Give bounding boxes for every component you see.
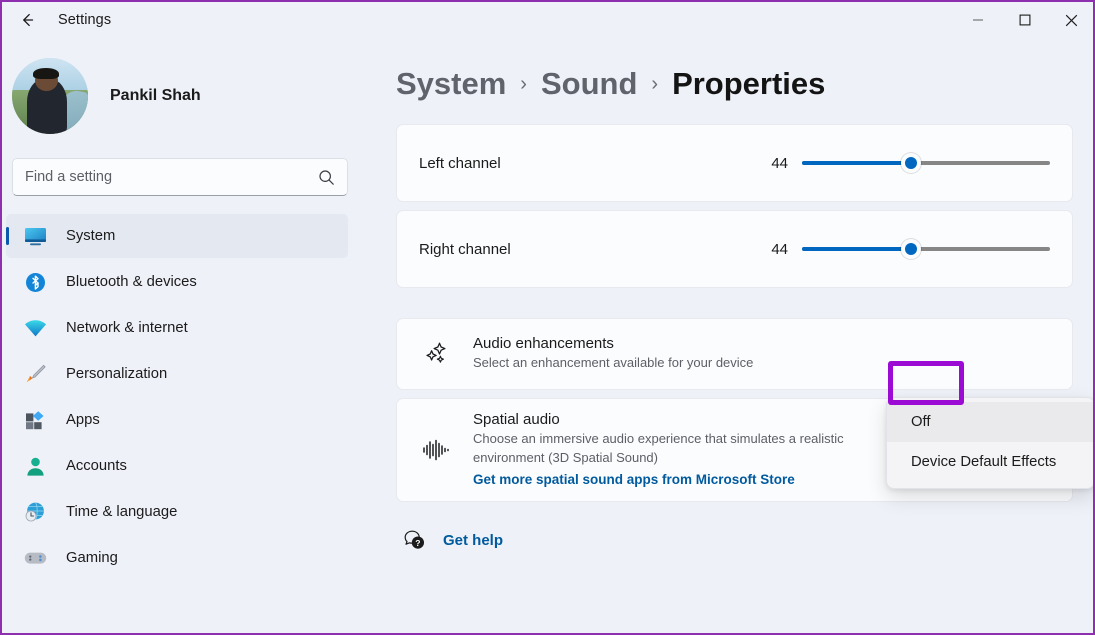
sidebar-item-label: System: [66, 228, 115, 244]
dropdown-option-off[interactable]: Off: [887, 402, 1094, 442]
right-channel-card: Right channel 44: [396, 210, 1073, 288]
sidebar-item-label: Apps: [66, 412, 100, 428]
spatial-audio-description: Choose an immersive audio experience tha…: [473, 430, 887, 468]
audio-enhancements-title: Audio enhancements: [473, 335, 1050, 352]
window-title: Settings: [58, 12, 111, 28]
right-channel-slider-group: 44: [768, 238, 1050, 260]
audio-enhancements-description: Select an enhancement available for your…: [473, 354, 943, 373]
clock-globe-icon: [22, 500, 48, 524]
audio-enhancements-text: Audio enhancements Select an enhancement…: [473, 335, 1050, 373]
wifi-icon: [22, 316, 48, 340]
arrow-left-icon: [18, 10, 38, 30]
display-monitor-icon: [22, 224, 48, 248]
sidebar-item-label: Personalization: [66, 366, 167, 382]
nav-list: System Bluetooth & devices: [0, 214, 358, 580]
slider-fill: [802, 161, 911, 165]
breadcrumb-item-properties: Properties: [672, 66, 825, 102]
right-channel-slider[interactable]: [802, 238, 1050, 260]
svg-text:?: ?: [415, 538, 420, 548]
slider-fill: [802, 247, 911, 251]
audio-enhancements-card: Audio enhancements Select an enhancement…: [396, 318, 1073, 390]
left-channel-slider[interactable]: [802, 152, 1050, 174]
get-help-link[interactable]: ? Get help: [396, 510, 503, 553]
maximize-button[interactable]: [1001, 0, 1048, 40]
sidebar-item-label: Bluetooth & devices: [66, 274, 197, 290]
search-input[interactable]: [25, 169, 318, 185]
left-channel-label: Left channel: [419, 155, 501, 172]
slider-thumb[interactable]: [901, 153, 921, 173]
avatar: [12, 58, 88, 134]
back-button[interactable]: [6, 4, 50, 36]
window-controls: [954, 0, 1095, 40]
settings-window: Settings: [0, 0, 1095, 635]
sidebar-item-apps[interactable]: Apps: [6, 398, 348, 442]
spatial-audio-title: Spatial audio: [473, 411, 887, 428]
right-channel-label: Right channel: [419, 241, 511, 258]
sidebar-item-system[interactable]: System: [6, 214, 348, 258]
sidebar-item-personalization[interactable]: Personalization: [6, 352, 348, 396]
close-icon: [1065, 14, 1078, 27]
gamepad-icon: [22, 546, 48, 570]
breadcrumb-item-system[interactable]: System: [396, 66, 506, 102]
search-box[interactable]: [12, 158, 348, 196]
sidebar-item-network-internet[interactable]: Network & internet: [6, 306, 348, 350]
minimize-icon: [972, 14, 984, 26]
sidebar-item-label: Time & language: [66, 504, 177, 520]
bluetooth-icon: [22, 270, 48, 294]
breadcrumb: System › Sound › Properties: [396, 40, 1073, 124]
left-channel-slider-group: 44: [768, 152, 1050, 174]
main-content: System › Sound › Properties Left channel…: [370, 40, 1095, 635]
close-button[interactable]: [1048, 0, 1095, 40]
slider-thumb[interactable]: [901, 239, 921, 259]
breadcrumb-item-sound[interactable]: Sound: [541, 66, 637, 102]
help-question-icon: ?: [402, 528, 427, 553]
spatial-audio-text: Spatial audio Choose an immersive audio …: [473, 411, 887, 489]
chevron-right-icon: ›: [520, 73, 527, 96]
chevron-right-icon: ›: [651, 73, 658, 96]
window-body: Pankil Shah: [0, 40, 1095, 635]
account-profile[interactable]: Pankil Shah: [0, 40, 358, 150]
paintbrush-icon: [22, 362, 48, 386]
apps-grid-icon: [22, 408, 48, 432]
audio-waveform-icon: [419, 438, 453, 462]
sidebar-item-label: Accounts: [66, 458, 127, 474]
sidebar-item-label: Network & internet: [66, 320, 188, 336]
person-icon: [22, 454, 48, 478]
minimize-button[interactable]: [954, 0, 1001, 40]
spatial-sound-store-link[interactable]: Get more spatial sound apps from Microso…: [473, 472, 795, 487]
search-icon: [318, 169, 335, 186]
sparkles-icon: [419, 341, 453, 367]
left-channel-value: 44: [768, 155, 788, 172]
left-channel-card: Left channel 44: [396, 124, 1073, 202]
title-bar: Settings: [0, 0, 1095, 40]
account-name: Pankil Shah: [110, 87, 201, 105]
sidebar-item-label: Gaming: [66, 550, 118, 566]
audio-enhancements-dropdown-menu[interactable]: Off Device Default Effects: [886, 397, 1095, 489]
sidebar-item-accounts[interactable]: Accounts: [6, 444, 348, 488]
sidebar-item-time-language[interactable]: Time & language: [6, 490, 348, 534]
maximize-icon: [1019, 14, 1031, 26]
get-help-label: Get help: [443, 532, 503, 549]
sidebar-item-gaming[interactable]: Gaming: [6, 536, 348, 580]
sidebar-item-bluetooth-devices[interactable]: Bluetooth & devices: [6, 260, 348, 304]
navigation-sidebar: Pankil Shah: [0, 40, 370, 635]
right-channel-value: 44: [768, 241, 788, 258]
dropdown-option-device-default-effects[interactable]: Device Default Effects: [887, 442, 1094, 482]
